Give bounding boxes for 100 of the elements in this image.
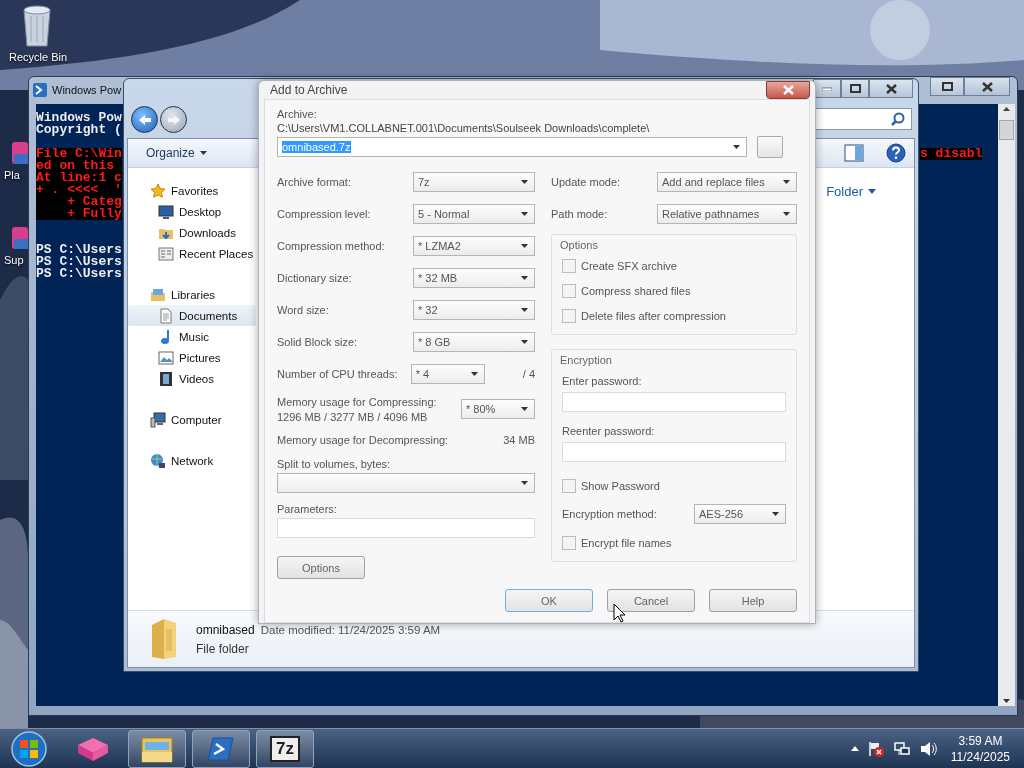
flag-icon[interactable] — [866, 739, 885, 758]
field-label: Memory usage for Compressing: — [277, 395, 437, 408]
sidebar-item[interactable]: Pictures — [128, 347, 256, 368]
desktop-icon-label: Sup — [4, 254, 24, 266]
sidebar-item[interactable]: Favorites — [128, 180, 256, 201]
sidebar-item[interactable]: Computer — [128, 409, 256, 430]
caret-icon — [868, 189, 876, 194]
dropdown[interactable]: * LZMA2 — [413, 236, 535, 256]
globe-icon — [150, 452, 166, 469]
archive-path: C:\Users\VM1.COLLABNET.001\Documents\Soulseek Downloads\complete\ — [277, 122, 651, 134]
maximize-button[interactable] — [841, 79, 869, 98]
dropdown[interactable]: AES-256 — [694, 504, 786, 524]
memory-value: 34 MB — [503, 434, 535, 446]
taskbar-button[interactable] — [192, 729, 250, 768]
console-line: PS C:\Users — [36, 244, 122, 256]
caret-icon — [199, 151, 207, 155]
search-icon — [891, 112, 905, 126]
close-button[interactable] — [869, 79, 913, 98]
sidebar-item[interactable]: Music — [128, 326, 256, 347]
taskbar-button[interactable]: 7z — [256, 729, 314, 768]
caret-icon — [733, 145, 740, 149]
maximize-button[interactable] — [930, 77, 964, 96]
console-line: Windows Pow — [36, 112, 122, 124]
field-label: Compression method: — [277, 240, 385, 252]
dialog-button[interactable]: Cancel — [607, 589, 695, 612]
picture-icon — [158, 349, 174, 366]
up-arrow-icon[interactable] — [850, 746, 859, 751]
caret-icon — [783, 180, 790, 184]
password-field[interactable] — [562, 392, 786, 412]
close-button[interactable] — [964, 77, 1010, 96]
windows-logo-icon — [10, 729, 48, 768]
dropdown[interactable]: * 32 MB — [413, 268, 535, 288]
console-line: PS C:\Users — [36, 268, 122, 280]
checkbox[interactable] — [562, 535, 576, 550]
console-line: Copyright ( — [36, 124, 122, 136]
dialog-title: Add to Archive — [270, 83, 348, 97]
dropdown[interactable]: 5 - Normal — [413, 204, 535, 224]
checkbox-label: Compress shared files — [581, 284, 691, 297]
film-icon — [158, 370, 174, 387]
checkbox[interactable] — [562, 308, 576, 323]
minimize-icon — [822, 86, 832, 91]
sidebar-item[interactable]: Network — [128, 450, 256, 471]
checkbox-label: Delete files after compression — [581, 309, 726, 322]
sidebar-item[interactable]: Videos — [128, 368, 256, 389]
star-icon — [150, 182, 166, 199]
sidebar-item[interactable]: Libraries — [128, 284, 256, 305]
dropdown[interactable]: * 8 GB — [413, 332, 535, 352]
file-type: File folder — [196, 641, 250, 656]
date-modified: Date modified: 11/24/2025 3:59 AM — [260, 623, 441, 636]
checkbox[interactable] — [562, 258, 576, 273]
dropdown[interactable]: Relative pathnames — [657, 204, 797, 224]
thread-count: / 4 — [522, 368, 535, 380]
caret-icon — [521, 276, 528, 280]
group-title: Encryption — [560, 354, 613, 366]
sidebar-item[interactable]: Documents — [128, 305, 256, 326]
options-button[interactable]: Options — [277, 556, 365, 579]
field-label: Archive format: — [277, 176, 351, 188]
file-name: omnibased — [196, 622, 255, 637]
dialog-button[interactable]: Help — [709, 589, 797, 612]
sidebar-item[interactable]: Downloads — [128, 222, 256, 243]
field-label: Reenter password: — [562, 425, 656, 437]
cube-icon — [76, 735, 110, 762]
field-label: Parameters: — [277, 503, 338, 515]
checkbox[interactable] — [562, 283, 576, 298]
console-line: PS C:\Users — [36, 256, 122, 268]
caret-icon — [783, 212, 790, 216]
scrollbar-thumb[interactable] — [999, 120, 1014, 140]
speaker-icon[interactable] — [918, 739, 937, 758]
scroll-down-arrow-icon — [1003, 699, 1010, 703]
organize-menu[interactable]: Organize — [142, 143, 211, 163]
checkbox[interactable] — [562, 478, 576, 493]
sidebar-item[interactable]: Desktop — [128, 201, 256, 222]
app-icon — [10, 140, 28, 166]
field-label: Enter password: — [562, 375, 643, 387]
preview-pane-icon[interactable] — [844, 144, 864, 162]
dropdown[interactable]: Add and replace files — [657, 172, 797, 192]
close-button[interactable] — [766, 81, 810, 99]
network-icon[interactable] — [892, 739, 911, 758]
input-field[interactable] — [277, 518, 535, 538]
password-field[interactable] — [562, 442, 786, 462]
help-icon[interactable] — [886, 143, 906, 163]
prompt-icon — [32, 82, 48, 98]
dropdown[interactable]: * 32 — [413, 300, 535, 320]
sidebar-item[interactable]: Recent Places — [128, 243, 256, 264]
document-icon — [158, 307, 174, 324]
dropdown[interactable]: * 4 — [410, 364, 485, 384]
app-logo: 7z — [270, 735, 300, 762]
close-icon — [981, 81, 993, 92]
dropdown[interactable]: * 80% — [461, 399, 535, 419]
dropdown[interactable]: 7z — [413, 172, 535, 192]
caret-icon — [521, 180, 528, 184]
dialog-button[interactable]: OK — [505, 589, 593, 612]
start-button[interactable] — [8, 729, 50, 768]
prompt-icon — [207, 735, 235, 762]
field-label: Word size: — [277, 304, 329, 316]
field-label: Compression level: — [277, 208, 371, 220]
caret-icon — [521, 340, 528, 344]
taskbar-button[interactable] — [128, 729, 186, 768]
arrange-by-menu[interactable]: Folder — [826, 184, 876, 199]
clock[interactable]: 3:59 AM 11/24/2025 — [950, 732, 1010, 765]
